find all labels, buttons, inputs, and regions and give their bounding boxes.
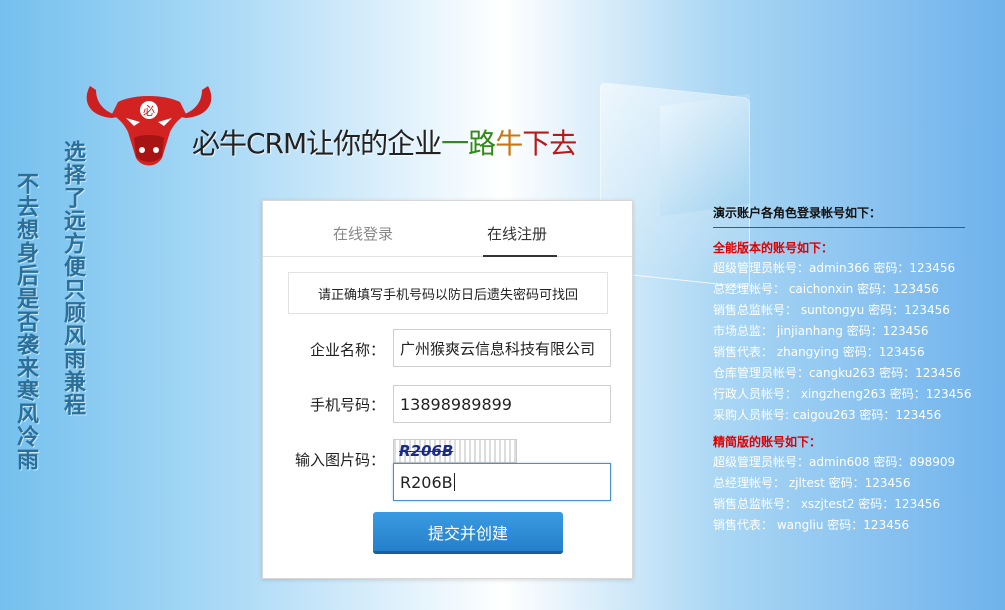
accounts-title: 演示账户各角色登录帐号如下：	[713, 204, 965, 228]
account-line: 采购人员帐号: caigou263 密码：123456	[713, 408, 942, 422]
tab-online-login[interactable]: 在线登录	[333, 223, 393, 244]
account-line: 市场总监： jinjianhang 密码：123456	[713, 324, 929, 338]
submit-create-button[interactable]: 提交并创建	[373, 512, 563, 554]
captcha-image[interactable]: R206B	[393, 439, 517, 463]
captcha-label: 输入图片码：	[294, 451, 385, 469]
vertical-slogan-1: 不去想身后是否袭来寒风冷雨	[13, 172, 39, 471]
form-tabs: 在线登录 在线注册	[263, 201, 632, 257]
account-line: 超级管理员帐号：admin366 密码：123456	[713, 261, 956, 275]
account-line: 超级管理员帐号：admin608 密码：898909	[713, 455, 956, 469]
phone-notice: 请正确填写手机号码以防日后遗失密码可找回	[288, 272, 608, 314]
demo-accounts-panel: 演示账户各角色登录帐号如下： 全能版本的账号如下： 超级管理员帐号：admin3…	[713, 204, 972, 536]
account-line: 销售代表： wangliu 密码：123456	[713, 518, 910, 532]
active-tab-indicator	[483, 255, 557, 257]
phone-label: 手机号码：	[309, 396, 385, 414]
company-name-input[interactable]: 广州猴爽云信息科技有限公司	[393, 329, 611, 367]
background-glass-decoration-2	[660, 93, 750, 217]
tab-online-register[interactable]: 在线注册	[487, 223, 547, 244]
register-form-card: 在线登录 在线注册 请正确填写手机号码以防日后遗失密码可找回 企业名称： 广州猴…	[262, 200, 633, 579]
account-line: 总经理帐号： caichonxin 密码：123456	[713, 282, 939, 296]
vertical-slogan-2: 选择了远方便只顾风雨兼程	[60, 140, 86, 416]
phone-input[interactable]: 13898989899	[393, 385, 611, 423]
captcha-input[interactable]: R206B	[393, 463, 611, 501]
brand-slogan: 必牛CRM让你的企业一路牛下去	[192, 127, 577, 160]
text-cursor	[453, 473, 455, 491]
account-line: 行政人员帐号： xingzheng263 密码：123456	[713, 387, 972, 401]
account-line: 仓库管理员帐号：cangku263 密码：123456	[713, 366, 961, 380]
full-version-heading: 全能版本的账号如下：	[713, 241, 834, 255]
account-line: 销售总监帐号： xszjtest2 密码：123456	[713, 497, 941, 511]
account-line: 销售代表： zhangying 密码：123456	[713, 345, 925, 359]
captcha-image-text: R206B	[399, 442, 454, 460]
company-name-label: 企业名称：	[309, 341, 385, 359]
account-line: 销售总监帐号： suntongyu 密码：123456	[713, 303, 950, 317]
logo-letter: 必	[143, 104, 155, 118]
lite-version-heading: 精简版的账号如下：	[713, 435, 822, 449]
account-line: 总经理帐号： zjltest 密码：123456	[713, 476, 911, 490]
